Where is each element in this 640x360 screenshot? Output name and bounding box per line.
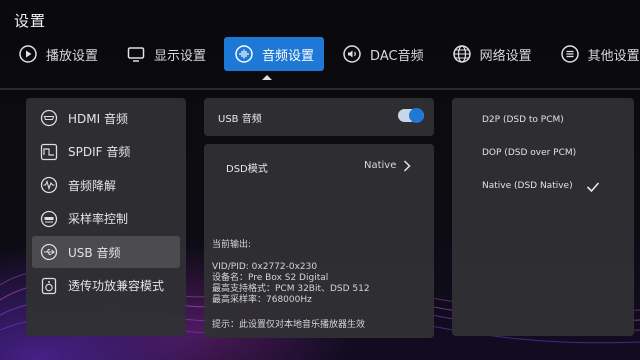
tab-label: 其他设置 <box>587 48 640 64</box>
globe-icon <box>452 44 472 64</box>
usb-audio-toggle[interactable] <box>398 108 424 123</box>
tab-audio-settings[interactable]: 音频设置 <box>224 37 325 71</box>
monitor-icon <box>126 44 146 64</box>
tip-text: 提示：此设置仅对本地音乐播放器生效 <box>212 320 366 330</box>
tab-label: DAC音频 <box>370 48 424 64</box>
audio-sidebar: HDMI 音频 SPDIF 音频 音频降解 采样率控制 USB 音频 透传功放兼… <box>26 98 186 336</box>
dsd-option-dop[interactable]: DOP (DSD over PCM) <box>482 148 576 158</box>
samplerate-192-icon <box>40 210 58 228</box>
tab-label: 播放设置 <box>46 48 99 64</box>
usb-audio-toggle-row[interactable]: USB 音频 <box>204 98 434 136</box>
header-divider <box>0 88 640 90</box>
page-title: 设置 <box>14 12 47 30</box>
amplifier-icon <box>40 277 58 295</box>
hdmi-icon <box>40 109 58 127</box>
active-tab-indicator <box>262 75 272 80</box>
sidebar-item-label: 透传功放兼容模式 <box>68 279 165 293</box>
tab-label: 网络设置 <box>479 48 532 64</box>
audio-wave-icon <box>234 44 254 64</box>
top-tab-bar: 播放设置 显示设置 音频设置 DAC音频 网络设置 其他设置 <box>8 36 640 72</box>
waveform-icon <box>40 176 58 194</box>
sidebar-item-label: 采样率控制 <box>68 212 129 226</box>
tab-dac-audio[interactable]: DAC音频 <box>332 37 434 71</box>
sidebar-item-label: USB 音频 <box>68 245 121 260</box>
max-sample-rate-text: 最高采样率：768000Hz <box>212 295 312 305</box>
tab-display-settings[interactable]: 显示设置 <box>116 37 216 71</box>
supported-formats-text: 最高支持格式：PCM 32Bit、DSD 512 <box>212 284 370 294</box>
menu-icon <box>560 44 580 64</box>
speaker-icon <box>342 44 362 64</box>
usb-icon <box>40 243 58 261</box>
tab-other-settings[interactable]: 其他设置 <box>550 37 640 71</box>
dsd-mode-options: D2P (DSD to PCM) DOP (DSD over PCM) Nati… <box>452 98 634 336</box>
sidebar-item-audio-downmix[interactable]: 音频降解 <box>32 169 180 201</box>
sidebar-item-passthrough-compat[interactable]: 透传功放兼容模式 <box>32 270 180 302</box>
spdif-icon <box>40 143 58 161</box>
tab-playback-settings[interactable]: 播放设置 <box>8 37 108 71</box>
dsd-option-d2p[interactable]: D2P (DSD to PCM) <box>482 115 564 125</box>
dsd-mode-row[interactable]: DSD模式 Native <box>204 144 434 186</box>
current-output-label: 当前输出: <box>212 240 252 250</box>
sidebar-item-hdmi-audio[interactable]: HDMI 音频 <box>32 102 180 134</box>
toggle-knob <box>409 108 424 123</box>
sidebar-item-spdif-audio[interactable]: SPDIF 音频 <box>32 136 180 168</box>
dsd-option-native[interactable]: Native (DSD Native) <box>482 181 573 191</box>
vid-pid-text: VID/PID: 0x2772-0x230 <box>212 262 318 272</box>
tab-label: 音频设置 <box>262 48 315 64</box>
tab-label: 显示设置 <box>154 48 207 64</box>
sidebar-item-usb-audio[interactable]: USB 音频 <box>32 236 180 268</box>
dsd-mode-value: Native <box>364 160 397 171</box>
tab-network-settings[interactable]: 网络设置 <box>442 37 542 71</box>
device-name-text: 设备名：Pre Box S2 Digital <box>212 273 329 283</box>
usb-audio-label: USB 音频 <box>218 114 262 125</box>
dsd-mode-label: DSD模式 <box>226 164 268 175</box>
checkmark-icon <box>586 178 600 193</box>
sidebar-item-sample-rate[interactable]: 采样率控制 <box>32 203 180 235</box>
dsd-settings-panel: DSD模式 Native 当前输出: VID/PID: 0x2772-0x230… <box>204 144 434 338</box>
play-icon <box>18 44 38 64</box>
sidebar-item-label: HDMI 音频 <box>68 111 128 126</box>
chevron-right-icon <box>402 158 412 172</box>
sidebar-item-label: 音频降解 <box>68 178 117 193</box>
sidebar-item-label: SPDIF 音频 <box>68 145 131 159</box>
